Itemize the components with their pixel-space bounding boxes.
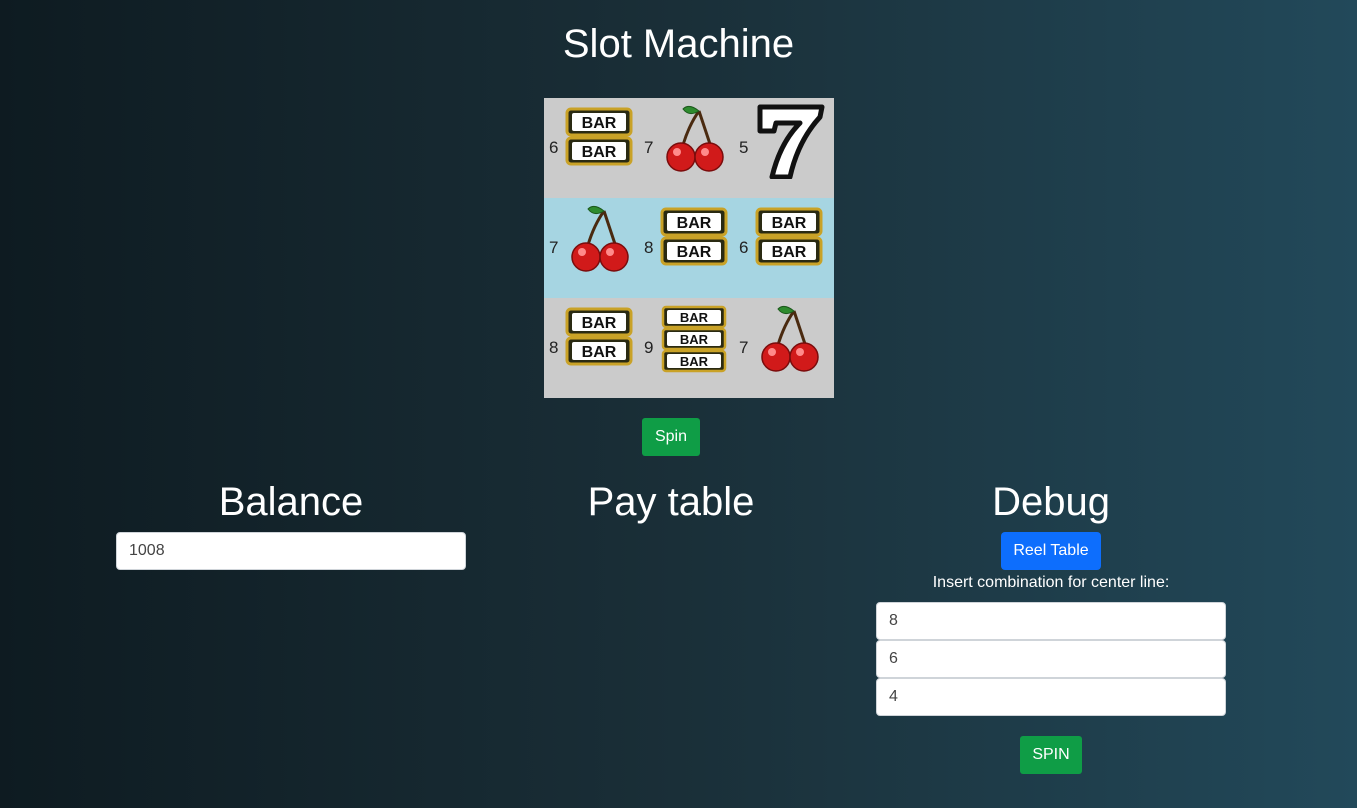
bar-label: BAR — [772, 244, 807, 261]
reel-row-bottom: 8 BAR BAR 9 BAR BAR BAR 7 — [544, 298, 834, 398]
double-bar-icon: BAR BAR — [565, 107, 633, 166]
reel-cell: 6 BAR BAR — [734, 198, 829, 298]
symbol-number: 7 — [739, 338, 749, 357]
reel-cell: 9 BAR BAR BAR — [639, 298, 734, 398]
symbol-number: 6 — [739, 238, 749, 257]
debug-heading: Debug — [992, 480, 1110, 524]
reel-row-center: 7 8 BAR BAR 6 BAR BAR — [544, 198, 834, 298]
combination-input-2[interactable]: 6 — [876, 640, 1226, 678]
pay-table-heading: Pay table — [587, 480, 755, 524]
bar-label: BAR — [680, 354, 709, 369]
symbol-number: 6 — [549, 138, 559, 157]
reel-table-button[interactable]: Reel Table — [1001, 532, 1101, 570]
bar-label: BAR — [680, 332, 709, 347]
double-bar-icon: BAR BAR — [565, 307, 633, 366]
symbol-number: 5 — [739, 138, 749, 157]
bar-label: BAR — [677, 215, 712, 232]
slot-reels: 6 BAR BAR 7 5 7 8 BAR BAR 6 BAR BAR 8 BA… — [544, 98, 834, 398]
reel-cell: 8 BAR BAR — [544, 298, 639, 398]
cherry-icon — [666, 105, 724, 172]
cherry-icon — [761, 305, 819, 372]
reel-row-top: 6 BAR BAR 7 5 — [544, 98, 834, 198]
spin-button[interactable]: Spin — [642, 418, 700, 456]
symbol-number: 7 — [549, 238, 559, 257]
combination-input-1[interactable]: 8 — [876, 602, 1226, 640]
balance-heading: Balance — [218, 480, 364, 524]
bar-label: BAR — [582, 144, 617, 161]
seven-icon — [757, 104, 825, 179]
bar-label: BAR — [582, 315, 617, 332]
symbol-number: 9 — [644, 338, 654, 357]
reel-cell: 7 — [639, 98, 734, 198]
double-bar-icon: BAR BAR — [660, 207, 728, 266]
symbol-number: 7 — [644, 138, 654, 157]
page-title: Slot Machine — [562, 22, 795, 66]
reel-cell: 7 — [734, 298, 829, 398]
combination-input-3[interactable]: 4 — [876, 678, 1226, 716]
reel-cell: 6 BAR BAR — [544, 98, 639, 198]
reel-cell: 7 — [544, 198, 639, 298]
double-bar-icon: BAR BAR — [755, 207, 823, 266]
bar-label: BAR — [582, 115, 617, 132]
symbol-number: 8 — [549, 338, 559, 357]
symbol-number: 8 — [644, 238, 654, 257]
debug-spin-button[interactable]: SPIN — [1020, 736, 1082, 774]
triple-bar-icon: BAR BAR BAR — [661, 305, 727, 373]
reel-cell: 5 — [734, 98, 829, 198]
reel-cell: 8 BAR BAR — [639, 198, 734, 298]
insert-combination-label: Insert combination for center line: — [932, 574, 1170, 591]
bar-label: BAR — [677, 244, 712, 261]
bar-label: BAR — [680, 310, 709, 325]
cherry-icon — [571, 205, 629, 272]
bar-label: BAR — [772, 215, 807, 232]
bar-label: BAR — [582, 344, 617, 361]
balance-field[interactable]: 1008 — [116, 532, 466, 570]
